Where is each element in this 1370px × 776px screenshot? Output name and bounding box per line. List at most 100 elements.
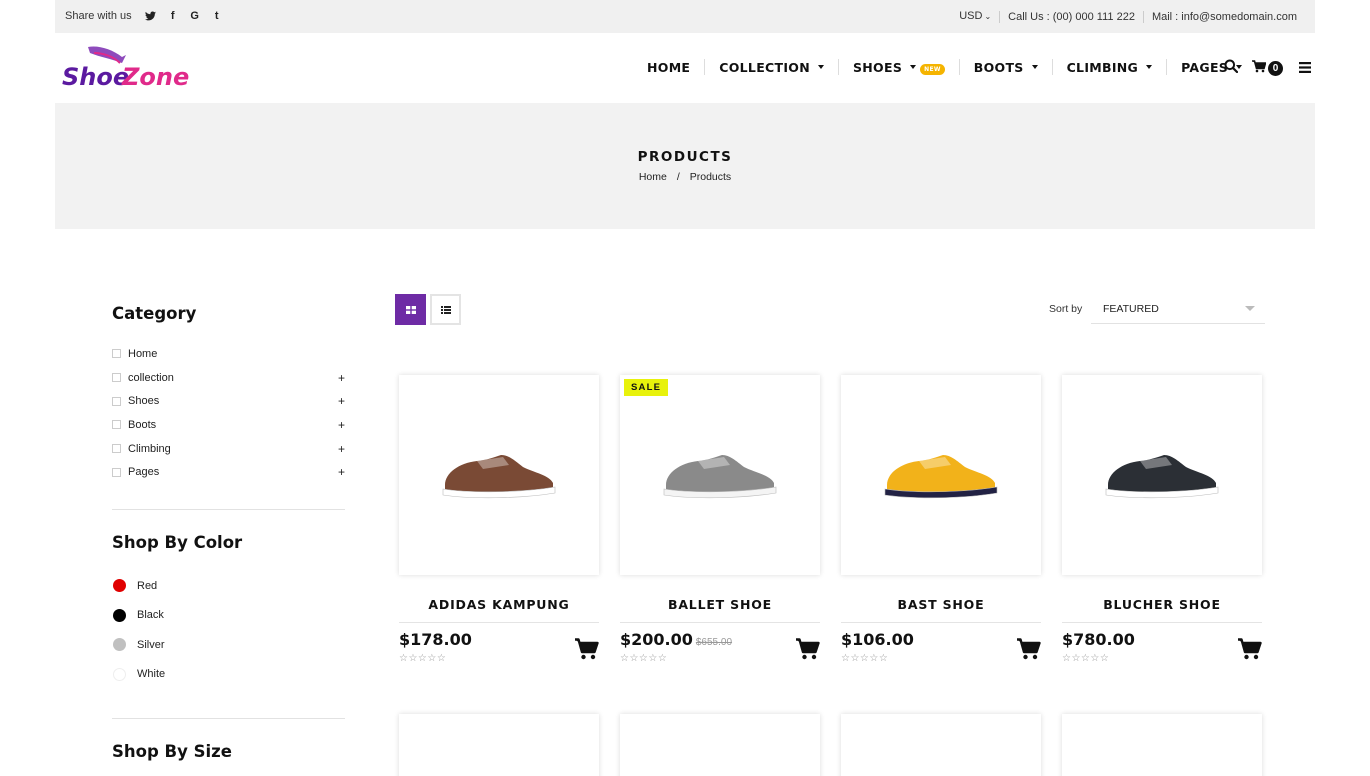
product-image[interactable]: SALE — [620, 375, 820, 575]
grid-view-button[interactable] — [395, 294, 426, 325]
expand-icon[interactable]: + — [338, 371, 345, 385]
nav-boots-label: BOOTS — [973, 59, 1024, 75]
nav-shoes-label: SHOES — [852, 59, 903, 75]
product-card[interactable]: ADIDAS KAMPUNG $178.00 ☆☆☆☆☆ — [399, 375, 599, 680]
svg-text:Shoe: Shoe — [62, 63, 129, 91]
add-to-cart-icon[interactable] — [796, 638, 820, 665]
caret-down-icon — [817, 65, 824, 69]
shoe-image — [884, 455, 998, 499]
list-view-button[interactable] — [430, 294, 461, 325]
product-price: $200.00 — [620, 630, 693, 649]
category-item-collection[interactable]: collection + — [112, 366, 345, 390]
expand-icon[interactable]: + — [338, 465, 345, 479]
old-price: $655.00 — [695, 637, 733, 648]
color-item-red[interactable]: Red — [112, 571, 345, 601]
checkbox[interactable] — [112, 467, 121, 477]
add-to-cart-icon[interactable] — [575, 638, 599, 665]
price-row: $200.00 $655.00 ☆☆☆☆☆ — [620, 630, 820, 680]
cart-count-badge: 0 — [1268, 61, 1283, 76]
currency-selector[interactable]: USD ⌄ — [951, 10, 999, 23]
menu-icon[interactable] — [1299, 60, 1311, 78]
color-swatch[interactable] — [113, 667, 126, 681]
checkbox[interactable] — [112, 444, 121, 454]
color-item-black[interactable]: Black — [112, 601, 345, 631]
product-card[interactable]: BLUCHER SHOE $780.00 ☆☆☆☆☆ — [1062, 375, 1262, 680]
product-image[interactable] — [841, 375, 1041, 575]
logo[interactable]: Shoe Zone — [60, 43, 200, 93]
checkbox[interactable] — [112, 349, 121, 359]
product-name[interactable]: BALLET SHOE — [620, 597, 820, 623]
checkbox[interactable] — [112, 396, 121, 406]
mail[interactable]: Mail : info@somedomain.com — [1142, 10, 1305, 23]
category-item-climbing[interactable]: Climbing + — [112, 437, 345, 461]
color-swatch[interactable] — [113, 608, 126, 622]
caret-down-icon — [910, 65, 917, 69]
color-list: Red Black Silver White — [112, 571, 345, 689]
tumblr-icon[interactable]: t — [210, 9, 224, 23]
color-item-white[interactable]: White — [112, 660, 345, 690]
category-item-shoes[interactable]: Shoes + — [112, 389, 345, 413]
shoe-image — [663, 455, 777, 499]
category-label: Boots — [128, 418, 157, 431]
product-image[interactable] — [399, 375, 599, 575]
facebook-icon[interactable]: f — [166, 9, 180, 23]
product-card-placeholder[interactable] — [1062, 714, 1262, 776]
checkbox[interactable] — [112, 373, 121, 383]
expand-icon[interactable]: + — [338, 418, 345, 432]
header-icons: 0 — [1224, 59, 1311, 78]
call-us: Call Us : (00) 000 111 222 — [999, 10, 1143, 23]
color-label: Black — [137, 609, 164, 622]
nav-boots[interactable]: BOOTS — [958, 59, 1052, 75]
product-card-placeholder[interactable] — [841, 714, 1041, 776]
breadcrumb-current: Products — [689, 171, 732, 183]
nav-climbing[interactable]: CLIMBING — [1051, 59, 1167, 75]
category-item-home[interactable]: Home — [112, 342, 345, 366]
checkbox[interactable] — [112, 420, 121, 430]
nav-collection-label: COLLECTION — [719, 59, 810, 75]
category-item-boots[interactable]: Boots + — [112, 413, 345, 437]
nav-pages-label: PAGES — [1181, 59, 1229, 75]
cart-button[interactable]: 0 — [1252, 59, 1283, 78]
product-card[interactable]: SALE BALLET SHOE $200.00 $655.00 ☆☆☆☆☆ — [620, 375, 820, 680]
add-to-cart-icon[interactable] — [1017, 638, 1041, 665]
nav-collection[interactable]: COLLECTION — [704, 59, 838, 75]
caret-down-icon — [1245, 306, 1255, 311]
search-icon[interactable] — [1224, 59, 1239, 78]
nav-home-label: HOME — [647, 59, 691, 75]
color-swatch[interactable] — [113, 579, 126, 593]
expand-icon[interactable]: + — [338, 394, 345, 408]
rating-stars: ☆☆☆☆☆ — [399, 653, 447, 664]
add-to-cart-icon[interactable] — [1238, 638, 1262, 665]
product-image[interactable] — [1062, 375, 1262, 575]
color-label: Silver — [137, 638, 165, 651]
page-title: PRODUCTS — [637, 149, 733, 165]
rating-stars: ☆☆☆☆☆ — [620, 653, 668, 664]
category-item-pages[interactable]: Pages + — [112, 460, 345, 484]
nav-shoes[interactable]: SHOES NEW — [837, 59, 959, 75]
breadcrumb-home[interactable]: Home — [639, 171, 667, 183]
product-name[interactable]: BAST SHOE — [841, 597, 1041, 623]
nav-climbing-label: CLIMBING — [1066, 59, 1139, 75]
expand-icon[interactable]: + — [338, 442, 345, 456]
breadcrumb-separator: / — [676, 171, 680, 183]
product-name[interactable]: ADIDAS KAMPUNG — [399, 597, 599, 623]
product-card-placeholder[interactable] — [620, 714, 820, 776]
nav-home[interactable]: HOME — [633, 59, 704, 75]
twitter-icon[interactable] — [144, 9, 158, 23]
grid-icon — [405, 301, 416, 319]
color-title: Shop By Color — [112, 533, 243, 553]
share-label: Share with us — [65, 10, 132, 22]
sort-value: FEATURED — [1103, 303, 1159, 315]
color-swatch[interactable] — [113, 638, 126, 652]
product-name[interactable]: BLUCHER SHOE — [1062, 597, 1262, 623]
caret-down-icon — [1031, 65, 1038, 69]
cart-icon — [1252, 59, 1267, 78]
product-card[interactable]: BAST SHOE $106.00 ☆☆☆☆☆ — [841, 375, 1041, 680]
sort-select[interactable]: FEATURED — [1091, 294, 1265, 324]
google-icon[interactable]: G — [188, 9, 202, 23]
color-item-silver[interactable]: Silver — [112, 630, 345, 660]
price-row: $178.00 ☆☆☆☆☆ — [399, 630, 599, 680]
share-section: Share with us f G t — [65, 9, 224, 23]
new-badge: NEW — [920, 63, 945, 75]
product-card-placeholder[interactable] — [399, 714, 599, 776]
